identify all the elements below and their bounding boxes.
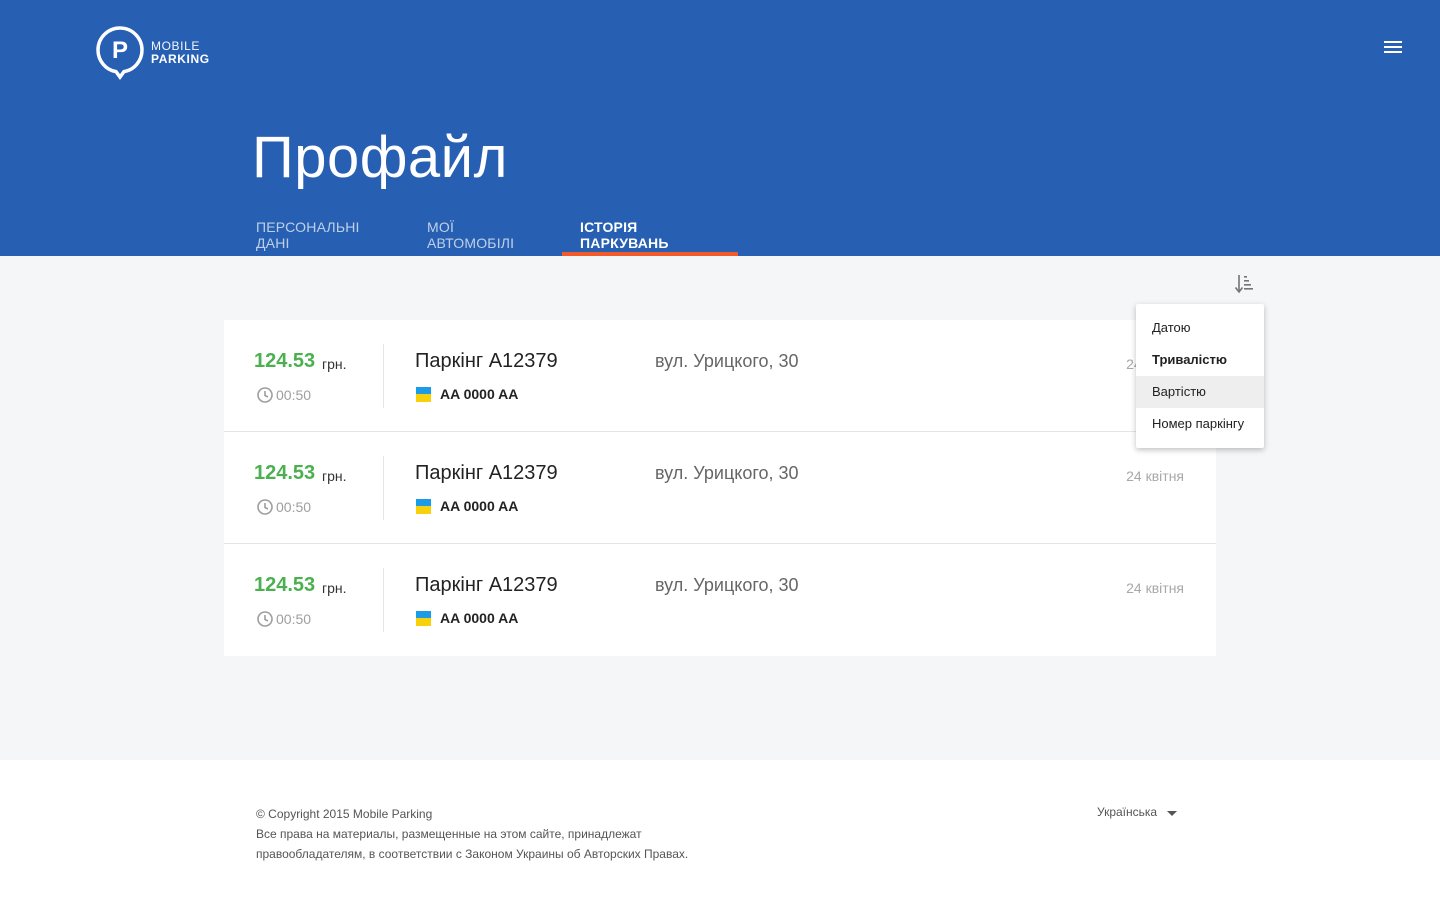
divider <box>383 456 384 520</box>
ukraine-flag-icon <box>416 498 431 514</box>
caret-down-icon <box>1167 810 1178 816</box>
tab-my-cars[interactable]: Мої автомобілі <box>409 206 562 256</box>
brand-logo[interactable]: P MOBILE PARKING <box>96 26 210 80</box>
svg-text:P: P <box>112 37 128 64</box>
footer: © Copyright 2015 Mobile Parking Все прав… <box>0 760 1440 900</box>
duration-value: 00:50 <box>276 499 312 515</box>
sort-button[interactable] <box>1232 272 1256 296</box>
parking-duration: 00:50 <box>256 610 311 628</box>
parking-price: 124.53 <box>254 574 316 596</box>
plate-number: AA 0000 AA <box>440 386 519 402</box>
parking-pin-icon: P <box>96 26 144 80</box>
license-plate: AA 0000 AA <box>416 610 518 626</box>
sort-option-cost[interactable]: Вартістю <box>1136 376 1264 408</box>
sort-option-date[interactable]: Датою <box>1136 312 1264 344</box>
history-row[interactable]: 124.53 грн. 00:50 Паркінг A12379 AA 0000… <box>224 320 1216 432</box>
plate-number: AA 0000 AA <box>440 610 519 626</box>
sort-option-duration[interactable]: Тривалістю <box>1136 344 1264 376</box>
license-plate: AA 0000 AA <box>416 498 518 514</box>
language-selector[interactable]: Українська <box>1097 804 1178 820</box>
parking-history-list: 124.53 грн. 00:50 Паркінг A12379 AA 0000… <box>224 320 1216 656</box>
history-row[interactable]: 124.53 грн. 00:50 Паркінг A12379 AA 0000… <box>224 544 1216 656</box>
hamburger-icon <box>1380 41 1406 53</box>
parking-price: 124.53 <box>254 350 316 372</box>
brand-line1: MOBILE <box>151 39 200 53</box>
brand-name: MOBILE PARKING <box>151 40 210 66</box>
parking-duration: 00:50 <box>256 386 311 404</box>
ukraine-flag-icon <box>416 610 431 626</box>
brand-line2: PARKING <box>151 52 210 66</box>
ukraine-flag-icon <box>416 386 431 402</box>
parking-duration: 00:50 <box>256 498 311 516</box>
currency-label: грн. <box>322 468 347 484</box>
header: P MOBILE PARKING Профайл Персональні дан… <box>0 0 1440 256</box>
parking-date: 24 квітня <box>1126 580 1184 596</box>
divider <box>383 568 384 632</box>
sort-icon <box>1234 275 1253 294</box>
duration-value: 00:50 <box>276 611 312 627</box>
page-title: Профайл <box>252 125 508 190</box>
menu-button[interactable] <box>1380 39 1406 59</box>
parking-lot-name: Паркінг A12379 <box>415 462 558 484</box>
parking-price: 124.53 <box>254 462 316 484</box>
plate-number: AA 0000 AA <box>440 498 519 514</box>
parking-lot-name: Паркінг A12379 <box>415 574 558 596</box>
tab-personal-data[interactable]: Персональні дані <box>238 206 409 256</box>
divider <box>383 344 384 408</box>
rights-line-1: Все права на материалы, размещенные на э… <box>256 827 642 841</box>
clock-icon <box>257 499 273 515</box>
history-row[interactable]: 124.53 грн. 00:50 Паркінг A12379 AA 0000… <box>224 432 1216 544</box>
profile-tabs: Персональні дані Мої автомобілі Історія … <box>238 206 738 256</box>
copyright-line: © Copyright 2015 Mobile Parking <box>256 807 433 821</box>
sort-dropdown-menu: Датою Тривалістю Вартістю Номер паркінгу <box>1136 304 1264 448</box>
clock-icon <box>257 611 273 627</box>
currency-label: грн. <box>322 580 347 596</box>
parking-address: вул. Урицкого, 30 <box>655 351 799 371</box>
parking-address: вул. Урицкого, 30 <box>655 463 799 483</box>
sort-option-parking-number[interactable]: Номер паркінгу <box>1136 408 1264 440</box>
duration-value: 00:50 <box>276 387 312 403</box>
tab-parking-history[interactable]: Історія паркувань <box>562 206 738 256</box>
license-plate: AA 0000 AA <box>416 386 518 402</box>
currency-label: грн. <box>322 356 347 372</box>
language-label: Українська <box>1097 805 1158 819</box>
parking-lot-name: Паркінг A12379 <box>415 350 558 372</box>
parking-address: вул. Урицкого, 30 <box>655 575 799 595</box>
parking-date: 24 квітня <box>1126 468 1184 484</box>
copyright-text: © Copyright 2015 Mobile Parking Все прав… <box>256 804 688 864</box>
rights-line-2: правообладателям, в соответствии с Закон… <box>256 847 689 861</box>
clock-icon <box>257 387 273 403</box>
